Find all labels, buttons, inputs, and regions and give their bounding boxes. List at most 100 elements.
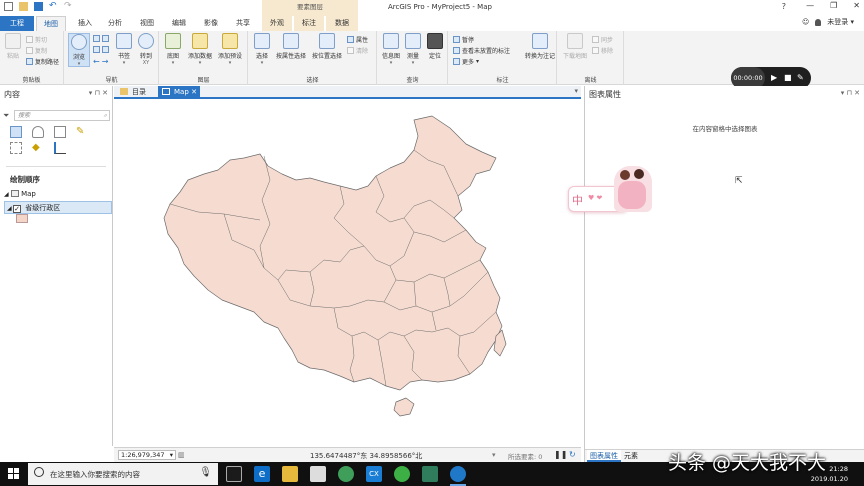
expand-icon[interactable]: ◢: [4, 191, 9, 198]
list-by-snapping-icon[interactable]: [10, 142, 22, 154]
tab-imagery[interactable]: 影像: [200, 16, 222, 31]
cx-app-icon[interactable]: CX: [366, 466, 382, 482]
labeling-group-label: 标注: [496, 77, 509, 84]
pen-icon[interactable]: ✎: [797, 73, 804, 82]
copy-path-button[interactable]: 复制路径: [26, 57, 59, 66]
undo-icon[interactable]: ↶: [49, 2, 58, 11]
save-icon[interactable]: [34, 2, 43, 11]
signin-area[interactable]: ☺ 未登录 ▾: [802, 17, 854, 27]
app-icon[interactable]: [422, 466, 438, 482]
convert-to-annotation-button[interactable]: 转换为注记: [525, 33, 555, 60]
list-by-drawing-order-icon[interactable]: [10, 126, 22, 138]
restore-button[interactable]: ❐: [830, 1, 837, 10]
map-canvas[interactable]: [114, 100, 581, 446]
redo-icon[interactable]: ↷: [64, 2, 73, 11]
locate-button[interactable]: 定位: [424, 33, 446, 60]
tab-project[interactable]: 工程: [0, 16, 34, 31]
sync-button[interactable]: 同步: [592, 35, 613, 44]
list-by-source-icon[interactable]: [32, 126, 44, 138]
signin-label[interactable]: 未登录 ▾: [827, 17, 854, 27]
add-preset-icon: [222, 33, 238, 49]
tab-edit[interactable]: 编辑: [168, 16, 190, 31]
chrome-icon[interactable]: [338, 466, 354, 482]
download-map-button[interactable]: 下载地图: [562, 33, 588, 60]
tab-analysis[interactable]: 分析: [104, 16, 126, 31]
contents-search-input[interactable]: 搜索 ⌕: [14, 110, 110, 121]
tab-view[interactable]: 视图: [136, 16, 158, 31]
task-view-icon[interactable]: [226, 466, 242, 482]
tab-data[interactable]: 数据: [326, 16, 358, 31]
refresh-icon[interactable]: ↻: [569, 450, 576, 459]
tab-appearance[interactable]: 外观: [262, 16, 292, 31]
copy-button[interactable]: 复制: [26, 46, 47, 55]
clear-button[interactable]: 清除: [347, 46, 368, 55]
remove-button[interactable]: 移除: [592, 46, 613, 55]
help-button[interactable]: ?: [782, 2, 786, 11]
open-icon[interactable]: [19, 2, 28, 11]
store-icon[interactable]: [310, 466, 326, 482]
list-by-editing-icon[interactable]: ✎: [76, 126, 88, 138]
layer-visibility-checkbox[interactable]: ✓: [13, 205, 21, 213]
select-by-location-button[interactable]: 按位置选择: [310, 33, 344, 60]
scale-selector[interactable]: 1:26,979,347 ▾: [118, 450, 176, 460]
tab-labeling[interactable]: 标注: [294, 16, 324, 31]
microphone-icon[interactable]: 🎙: [199, 467, 212, 478]
minimize-button[interactable]: —: [806, 1, 814, 10]
stop-icon[interactable]: ■: [784, 73, 792, 82]
new-icon[interactable]: [4, 2, 13, 11]
scale-options-icon[interactable]: ▥: [178, 451, 185, 459]
tab-map-view[interactable]: Map ✕: [158, 86, 200, 98]
select-by-attributes-button[interactable]: 按属性选择: [274, 33, 308, 60]
zoom-layer-button[interactable]: [93, 46, 109, 53]
tab-chart-properties[interactable]: 图表属性: [587, 450, 621, 462]
pause-labels-button[interactable]: 暂停: [453, 35, 474, 44]
tab-map[interactable]: 地图: [36, 16, 66, 31]
tab-list-icon[interactable]: ▾: [574, 87, 578, 95]
windows-start-icon[interactable]: [8, 468, 20, 480]
close-button[interactable]: ✕: [853, 1, 860, 10]
list-by-selection-icon[interactable]: [54, 126, 66, 138]
layer-symbol-swatch[interactable]: [16, 214, 28, 223]
filter-icon[interactable]: ⏷: [3, 111, 9, 121]
edge-icon[interactable]: e: [254, 466, 270, 482]
infographics-button[interactable]: 信息图 ▾: [380, 33, 402, 66]
coordinate-format-icon[interactable]: ▾: [492, 451, 496, 459]
explore-button[interactable]: 浏览 ▾: [68, 33, 90, 67]
full-extent-button[interactable]: [93, 35, 109, 42]
measure-button[interactable]: 测量 ▾: [402, 33, 424, 66]
pause-drawing-icon[interactable]: ❚❚: [554, 450, 567, 459]
attributes-button[interactable]: 属性: [347, 35, 368, 44]
smiley-icon[interactable]: ☺: [802, 18, 809, 26]
cut-button[interactable]: 剪切: [26, 35, 47, 44]
map-tree-item[interactable]: ◢ Map: [4, 188, 112, 201]
more-button[interactable]: 更多 ▾: [453, 57, 479, 66]
more-icon: [453, 58, 460, 65]
chart-pane-controls[interactable]: ▾ ⊓ ✕: [841, 89, 860, 97]
tab-catalog[interactable]: 目录: [116, 86, 154, 98]
goto-xy-button[interactable]: 转到 XY: [135, 33, 157, 66]
add-data-button[interactable]: 添加数据 ▾: [186, 33, 214, 66]
tab-insert[interactable]: 插入: [74, 16, 96, 31]
tab-share[interactable]: 共享: [232, 16, 254, 31]
add-preset-button[interactable]: 添加预设 ▾: [216, 33, 244, 66]
contents-pane-controls[interactable]: ▾ ⊓ ✕: [89, 89, 108, 97]
tab-elements[interactable]: 元素: [621, 450, 641, 462]
taskbar-search-input[interactable]: 在这里输入你要搜索的内容 🎙: [28, 463, 218, 485]
list-by-charts-icon[interactable]: [54, 142, 66, 154]
inquiry-group-label: 查询: [406, 77, 419, 84]
arcgis-pro-icon[interactable]: [450, 466, 466, 486]
bookmarks-button[interactable]: 书签 ▾: [113, 33, 135, 66]
layer-tree-item[interactable]: ◢ ✓ 省级行政区: [4, 201, 112, 214]
select-button[interactable]: 选择 ▾: [251, 33, 273, 66]
play-icon[interactable]: ▶: [771, 73, 777, 82]
view-unplaced-button[interactable]: 查看未放置的标注: [453, 46, 510, 55]
clipboard-group-label: 剪贴板: [22, 77, 41, 84]
close-tab-icon[interactable]: ✕: [191, 86, 197, 98]
prev-next-extent[interactable]: ← →: [93, 57, 108, 66]
explorer-icon[interactable]: [282, 466, 298, 482]
paste-button[interactable]: 粘贴: [2, 33, 24, 60]
list-by-labeling-icon[interactable]: ◆: [32, 142, 44, 154]
expand-icon[interactable]: ◢: [7, 202, 12, 215]
wechat-icon[interactable]: [394, 466, 410, 482]
basemap-button[interactable]: 底图 ▾: [162, 33, 184, 66]
